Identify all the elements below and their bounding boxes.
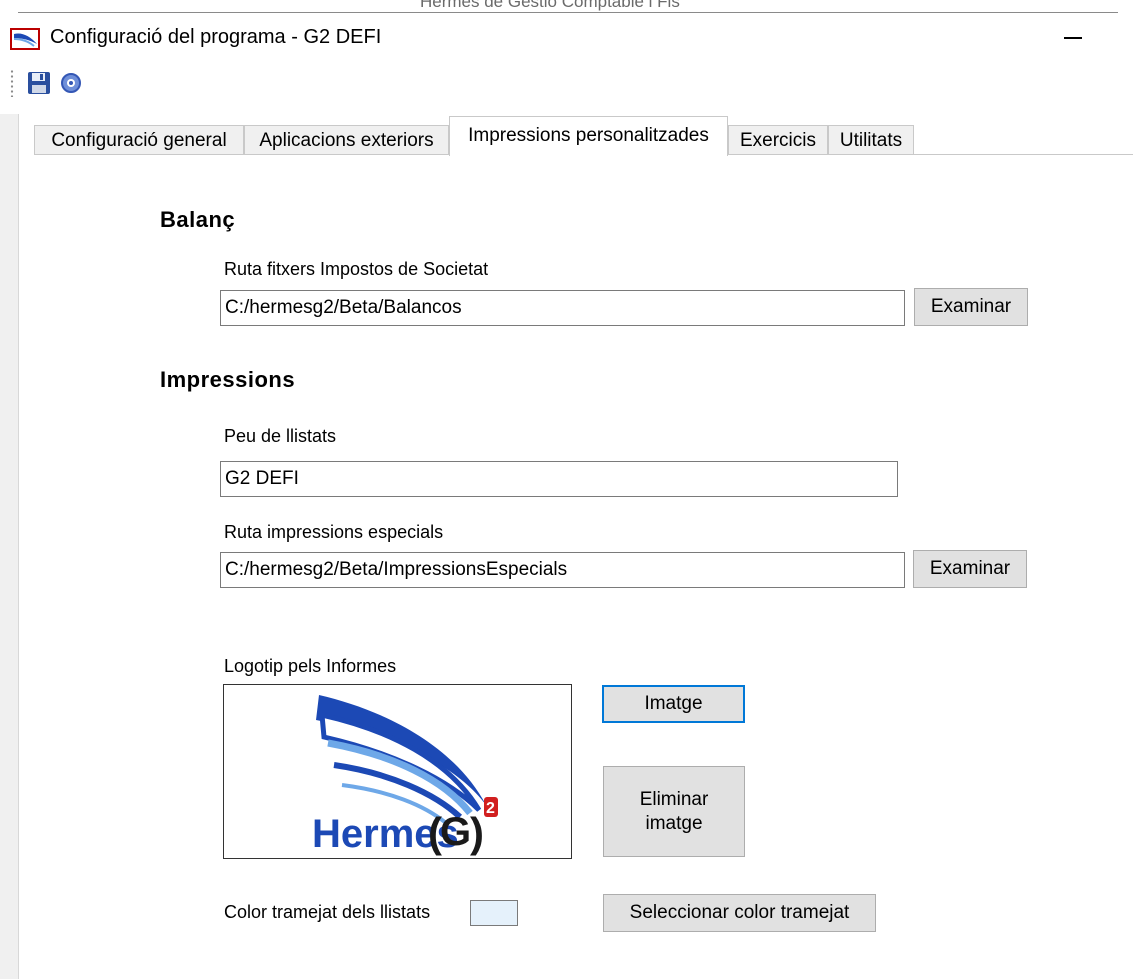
left-frame — [0, 114, 19, 979]
striping-label: Color tramejat dels llistats — [224, 902, 431, 922]
svg-text:): ) — [470, 809, 484, 856]
minimize-icon — [1064, 37, 1082, 39]
balance-path-input[interactable] — [220, 290, 905, 326]
toolbar-grip[interactable] — [10, 69, 14, 97]
special-path-input[interactable] — [220, 552, 905, 588]
app-icon — [10, 26, 42, 52]
delete-image-label-line1: Eliminar — [639, 788, 709, 810]
image-button[interactable]: Imatge — [602, 685, 745, 723]
logo-badge: G — [440, 810, 471, 854]
hermes-logo-image: Hermes ( G ) 2 — [312, 695, 498, 856]
background-window-title: Hermes de Gestió Comptable i Fis — [420, 0, 680, 11]
balance-heading: Balanç — [160, 207, 236, 232]
tab-configuracio-general[interactable]: Configuració general — [34, 125, 244, 155]
save-button[interactable] — [26, 70, 52, 96]
tab-exercicis[interactable]: Exercicis — [728, 125, 828, 155]
special-path-browse-button[interactable]: Examinar — [913, 550, 1027, 588]
select-striping-color-button[interactable]: Seleccionar color tramejat — [603, 894, 876, 932]
striping-color-swatch[interactable] — [470, 900, 518, 926]
balance-path-label: Ruta fitxers Impostos de Societat — [224, 259, 489, 279]
delete-image-label-line2: imatge — [645, 812, 703, 834]
help-icon — [61, 73, 81, 93]
window-title: Configuració del programa - G2 DEFI — [50, 26, 382, 48]
footer-label: Peu de llistats — [224, 426, 337, 446]
special-path-label: Ruta impressions especials — [224, 522, 444, 542]
tab-impressions-personalitzades[interactable]: Impressions personalitzades — [449, 116, 728, 156]
tab-aplicacions-exteriors[interactable]: Aplicacions exteriors — [244, 125, 449, 155]
logo-label: Logotip pels Informes — [224, 656, 397, 676]
floppy-disk-icon — [28, 72, 50, 94]
tab-utilitats[interactable]: Utilitats — [828, 125, 914, 155]
delete-image-button[interactable]: Eliminar imatge — [603, 766, 745, 857]
minimize-button[interactable] — [1052, 20, 1092, 50]
help-button[interactable] — [58, 70, 84, 96]
footer-input[interactable] — [220, 461, 898, 497]
balance-browse-button[interactable]: Examinar — [914, 288, 1028, 326]
logo-preview: Hermes ( G ) 2 — [223, 684, 572, 859]
window-top-border — [18, 12, 1118, 13]
prints-heading: Impressions — [160, 367, 296, 392]
logo-superscript: 2 — [486, 800, 495, 817]
